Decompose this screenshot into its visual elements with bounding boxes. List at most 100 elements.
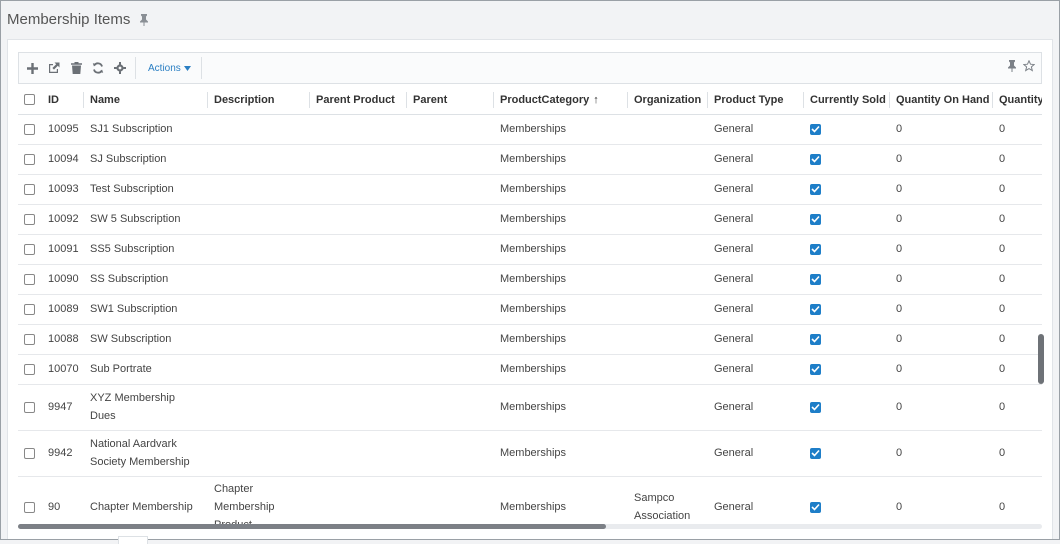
parent-cell bbox=[407, 204, 494, 235]
quantity-cell: 0 bbox=[993, 144, 1042, 175]
pager-control[interactable] bbox=[118, 536, 148, 544]
description-cell bbox=[208, 430, 310, 477]
table-row[interactable]: 10093 Test Subscription Memberships General… bbox=[18, 174, 1042, 205]
currently-sold-checkbox[interactable] bbox=[810, 303, 821, 315]
row-select-checkbox[interactable] bbox=[24, 153, 35, 165]
name-cell: XYZ Membership Dues bbox=[84, 384, 208, 431]
product-category-cell: Memberships bbox=[494, 144, 628, 175]
table-row[interactable]: 10091 SS5 Subscription Memberships General 0… bbox=[18, 234, 1042, 265]
column-header-id[interactable]: ID bbox=[42, 86, 84, 115]
column-header-parent[interactable]: Parent bbox=[407, 86, 494, 115]
column-header-description[interactable]: Description bbox=[208, 86, 310, 115]
table-row[interactable]: 10070 Sub Portrate Memberships General 0 0 bbox=[18, 354, 1042, 385]
table-row[interactable]: 10095 SJ1 Subscription Memberships General 0… bbox=[18, 114, 1042, 145]
quantity-cell: 0 bbox=[993, 384, 1042, 431]
vertical-scrollbar[interactable] bbox=[1038, 136, 1044, 524]
refresh-icon[interactable] bbox=[87, 53, 109, 83]
product-type-cell: General bbox=[708, 264, 804, 295]
currently-sold-cell bbox=[804, 294, 890, 325]
name-cell: SS5 Subscription bbox=[84, 234, 208, 265]
items-table: ID Name Description Parent Product Paren… bbox=[18, 86, 1042, 524]
organization-cell bbox=[628, 294, 708, 325]
parent-product-cell bbox=[310, 324, 407, 355]
parent-cell bbox=[407, 264, 494, 295]
actions-dropdown[interactable]: Actions bbox=[142, 63, 197, 74]
pin-icon[interactable] bbox=[139, 13, 149, 26]
parent-cell bbox=[407, 174, 494, 205]
table-row[interactable]: 10092 SW 5 Subscription Memberships General… bbox=[18, 204, 1042, 235]
currently-sold-cell bbox=[804, 324, 890, 355]
pin-icon[interactable] bbox=[1007, 59, 1017, 77]
column-header-quantity-on-hand[interactable]: Quantity On Hand bbox=[890, 86, 993, 115]
row-select-checkbox[interactable] bbox=[24, 213, 35, 225]
vertical-scrollbar-thumb[interactable] bbox=[1038, 334, 1044, 384]
parent-cell bbox=[407, 234, 494, 265]
horizontal-scrollbar-thumb[interactable] bbox=[18, 524, 606, 529]
currently-sold-checkbox[interactable] bbox=[810, 401, 821, 413]
currently-sold-checkbox[interactable] bbox=[810, 363, 821, 375]
grid-toolbar: Actions bbox=[18, 52, 1042, 84]
row-select-cell bbox=[18, 354, 42, 385]
parent-product-cell bbox=[310, 354, 407, 385]
quantity-on-hand-cell: 0 bbox=[890, 234, 993, 265]
table-row[interactable]: 10094 SJ Subscription Memberships General 0 0 bbox=[18, 144, 1042, 175]
column-header-quantity[interactable]: Quantity bbox=[993, 86, 1042, 115]
table-row[interactable]: 90Chapter MembershipChapter Membership P… bbox=[18, 476, 1042, 524]
row-select-checkbox[interactable] bbox=[24, 401, 35, 413]
currently-sold-checkbox[interactable] bbox=[810, 183, 821, 195]
currently-sold-checkbox[interactable] bbox=[810, 213, 821, 225]
quantity-on-hand-cell: 0 bbox=[890, 144, 993, 175]
row-select-checkbox[interactable] bbox=[24, 363, 35, 375]
quantity-on-hand-cell: 0 bbox=[890, 324, 993, 355]
row-select-checkbox[interactable] bbox=[24, 303, 35, 315]
quantity-cell: 0 bbox=[993, 204, 1042, 235]
product-type-cell: General bbox=[708, 354, 804, 385]
organization-cell bbox=[628, 204, 708, 235]
horizontal-scrollbar[interactable] bbox=[18, 524, 1042, 529]
currently-sold-checkbox[interactable] bbox=[810, 243, 821, 255]
open-external-icon[interactable] bbox=[43, 53, 65, 83]
row-select-checkbox[interactable] bbox=[24, 333, 35, 345]
parent-cell bbox=[407, 144, 494, 175]
name-cell: Sub Portrate bbox=[84, 354, 208, 385]
currently-sold-checkbox[interactable] bbox=[810, 447, 821, 459]
row-select-checkbox[interactable] bbox=[24, 273, 35, 285]
description-cell bbox=[208, 204, 310, 235]
select-all-checkbox[interactable] bbox=[24, 94, 35, 106]
parent-product-cell bbox=[310, 234, 407, 265]
column-header-name[interactable]: Name bbox=[84, 86, 208, 115]
trash-icon[interactable] bbox=[65, 53, 87, 83]
currently-sold-checkbox[interactable] bbox=[810, 501, 821, 513]
quantity-cell: 0 bbox=[993, 114, 1042, 145]
currently-sold-checkbox[interactable] bbox=[810, 153, 821, 165]
table-row[interactable]: 9942 National Aardvark Society Membership… bbox=[18, 430, 1042, 477]
currently-sold-checkbox[interactable] bbox=[810, 273, 821, 285]
column-header-product-category[interactable]: ProductCategory ↑ bbox=[494, 86, 628, 115]
table-row[interactable]: 10088 SW Subscription Memberships General 0 0 bbox=[18, 324, 1042, 355]
name-cell: National Aardvark Society Membership bbox=[84, 430, 208, 477]
gear-icon[interactable] bbox=[109, 53, 131, 83]
row-select-checkbox[interactable] bbox=[24, 501, 35, 513]
product-type-cell: General bbox=[708, 430, 804, 477]
star-icon[interactable] bbox=[1022, 59, 1036, 77]
currently-sold-checkbox[interactable] bbox=[810, 123, 821, 135]
table-row[interactable]: 10089 SW1 Subscription Memberships General 0… bbox=[18, 294, 1042, 325]
add-icon[interactable] bbox=[21, 53, 43, 83]
currently-sold-checkbox[interactable] bbox=[810, 333, 821, 345]
description-cell bbox=[208, 384, 310, 431]
row-select-checkbox[interactable] bbox=[24, 183, 35, 195]
row-select-checkbox[interactable] bbox=[24, 243, 35, 255]
product-type-cell: General bbox=[708, 114, 804, 145]
row-select-checkbox[interactable] bbox=[24, 447, 35, 459]
column-header-parent-product[interactable]: Parent Product bbox=[310, 86, 407, 115]
column-header-product-type[interactable]: Product Type bbox=[708, 86, 804, 115]
column-header-currently-sold[interactable]: Currently Sold bbox=[804, 86, 890, 115]
parent-cell bbox=[407, 114, 494, 145]
name-cell: SJ1 Subscription bbox=[84, 114, 208, 145]
column-header-organization[interactable]: Organization bbox=[628, 86, 708, 115]
chevron-down-icon bbox=[183, 63, 191, 74]
table-row[interactable]: 9947 XYZ Membership Dues Memberships Genera… bbox=[18, 384, 1042, 431]
table-row[interactable]: 10090 SS Subscription Memberships General 0 0 bbox=[18, 264, 1042, 295]
parent-product-cell bbox=[310, 264, 407, 295]
row-select-checkbox[interactable] bbox=[24, 123, 35, 135]
